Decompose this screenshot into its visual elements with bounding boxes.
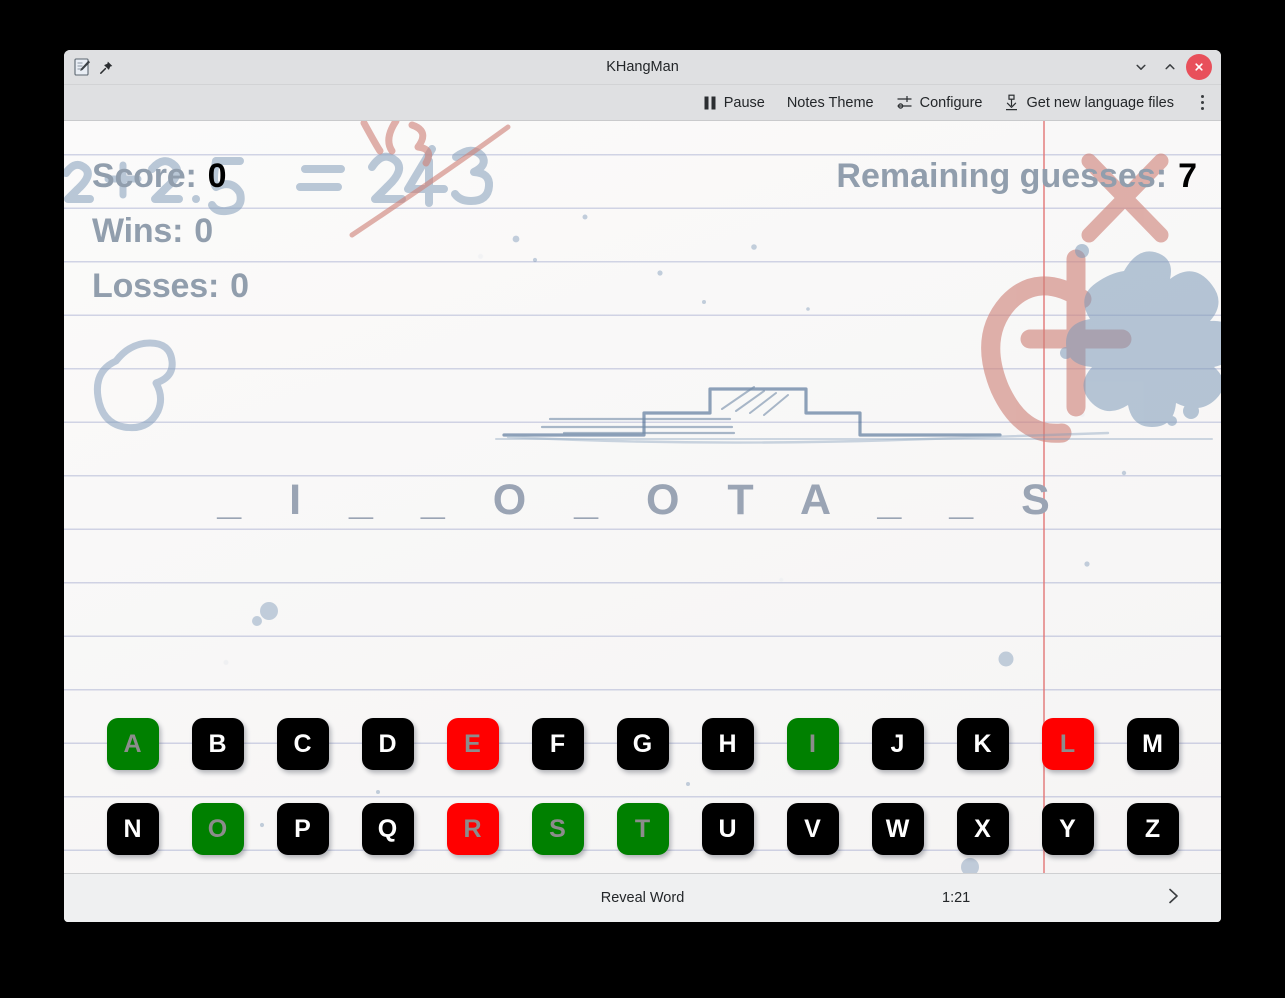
letter-key-v[interactable]: V <box>786 803 839 855</box>
kebab-menu-icon[interactable] <box>1191 89 1213 117</box>
letter-key-q[interactable]: Q <box>361 803 414 855</box>
letter-keyboard: ABCDEFGHIJKLM NOPQRSTUVWXYZ <box>64 718 1221 855</box>
wins-value: 0 <box>194 212 213 251</box>
pin-icon[interactable] <box>99 60 114 75</box>
losses-value: 0 <box>230 267 249 306</box>
pause-button[interactable]: Pause <box>692 89 776 117</box>
window-title: KHangMan <box>606 59 679 75</box>
get-new-language-files-button[interactable]: Get new language files <box>993 89 1185 117</box>
letter-key-z[interactable]: Z <box>1126 803 1179 855</box>
remaining-guesses: Remaining guesses: 7 <box>836 149 1197 204</box>
letter-key-k[interactable]: K <box>956 718 1009 770</box>
losses-row: Losses: 0 <box>92 259 249 314</box>
toolbar: Pause Notes Theme Configure Get new lang… <box>64 85 1221 121</box>
losses-label: Losses: <box>92 267 220 306</box>
letter-key-t[interactable]: T <box>616 803 669 855</box>
khangman-window: KHangMan Pause Notes Theme Configure Get… <box>64 50 1221 922</box>
keyboard-row-2: NOPQRSTUVWXYZ <box>100 803 1185 855</box>
letter-key-j[interactable]: J <box>871 718 924 770</box>
letter-key-o[interactable]: O <box>191 803 244 855</box>
next-word-button[interactable] <box>1158 883 1188 913</box>
close-button[interactable] <box>1186 54 1212 80</box>
configure-button[interactable]: Configure <box>885 89 994 117</box>
game-play-area: Score: 0 Wins: 0 Losses: 0 Remaining gue… <box>64 121 1221 873</box>
letter-key-i[interactable]: I <box>786 718 839 770</box>
window-controls <box>1128 54 1221 80</box>
score-row: Score: 0 <box>92 149 249 204</box>
pause-icon <box>703 95 717 111</box>
letter-key-m[interactable]: M <box>1126 718 1179 770</box>
keyboard-row-1: ABCDEFGHIJKLM <box>100 718 1185 770</box>
letter-key-w[interactable]: W <box>871 803 924 855</box>
letter-key-c[interactable]: C <box>276 718 329 770</box>
word-display: _ I _ _ O _ O T A _ _ S <box>217 476 1068 524</box>
reveal-word-button[interactable]: Reveal Word <box>64 890 1221 906</box>
wins-label: Wins: <box>92 212 184 251</box>
letter-key-f[interactable]: F <box>531 718 584 770</box>
download-icon <box>1004 94 1019 111</box>
letter-key-g[interactable]: G <box>616 718 669 770</box>
chevron-right-icon <box>1163 886 1183 911</box>
titlebar-left-icons <box>64 58 114 76</box>
get-new-language-files-label: Get new language files <box>1026 94 1174 111</box>
wins-row: Wins: 0 <box>92 204 249 259</box>
titlebar: KHangMan <box>64 50 1221 85</box>
sliders-icon <box>896 94 913 111</box>
letter-key-u[interactable]: U <box>701 803 754 855</box>
letter-key-n[interactable]: N <box>106 803 159 855</box>
score-label: Score: <box>92 157 197 195</box>
minimize-button[interactable] <box>1128 54 1154 80</box>
letter-key-h[interactable]: H <box>701 718 754 770</box>
notes-theme-label: Notes Theme <box>786 94 874 111</box>
notes-theme-button[interactable]: Notes Theme <box>776 89 885 117</box>
letter-key-a[interactable]: A <box>106 718 159 770</box>
statusbar: Reveal Word 1:21 <box>64 873 1221 922</box>
letter-key-d[interactable]: D <box>361 718 414 770</box>
configure-label: Configure <box>919 94 983 111</box>
letter-key-p[interactable]: P <box>276 803 329 855</box>
letter-key-e[interactable]: E <box>446 718 499 770</box>
letter-key-y[interactable]: Y <box>1041 803 1094 855</box>
stats-panel: Score: 0 Wins: 0 Losses: 0 <box>92 149 249 314</box>
letter-key-r[interactable]: R <box>446 803 499 855</box>
letter-key-s[interactable]: S <box>531 803 584 855</box>
remaining-guesses-value: 7 <box>1178 157 1197 195</box>
letter-key-l[interactable]: L <box>1041 718 1094 770</box>
pause-label: Pause <box>723 94 765 111</box>
letter-key-x[interactable]: X <box>956 803 1009 855</box>
timer-display: 1:21 <box>942 890 971 906</box>
letter-key-b[interactable]: B <box>191 718 244 770</box>
score-value: 0 <box>207 157 227 195</box>
remaining-guesses-label: Remaining guesses: <box>836 157 1168 195</box>
notepad-pencil-icon <box>74 58 91 76</box>
maximize-button[interactable] <box>1157 54 1183 80</box>
